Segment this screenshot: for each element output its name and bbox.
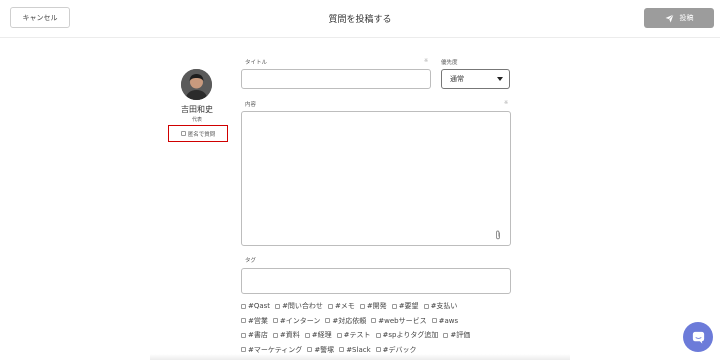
checkbox-icon[interactable] [431,318,437,324]
tag-checkbox[interactable]: #テスト [336,330,371,340]
chat-bubble-icon [692,331,704,344]
tag-label: #営業 [248,316,268,325]
tag-label: タグ [245,258,257,264]
checkbox-icon[interactable] [336,332,342,338]
checkbox-icon[interactable] [423,303,429,309]
tag-label: #spよりタグ追加 [382,331,439,340]
tag-checkbox[interactable]: #要望 [391,301,419,311]
tag-label: #Qast [248,302,271,311]
anonymous-checkbox[interactable]: 匿名で質問 [168,125,228,142]
checkbox-icon[interactable] [241,318,246,324]
tag-input[interactable] [241,268,511,294]
checkbox-icon[interactable] [359,303,365,309]
checkbox-icon[interactable] [307,347,313,353]
title-required-mark: ※ [424,58,429,64]
tag-label: #書店 [248,331,268,340]
tag-label: #Slack [346,345,371,354]
avatar [181,69,212,100]
tag-label: #webサービス [378,316,427,325]
tag-checkbox[interactable]: #書店 [241,330,268,340]
user-name: 吉田和史 [181,105,213,114]
top-bar: キャンセル 質問を投稿する 投稿 [0,0,720,38]
checkbox-icon[interactable] [375,332,381,338]
tag-label: #要望 [398,302,419,311]
tag-row: #Qast #問い合わせ #メモ #開発 #要望 #支払い [241,299,531,314]
tag-checkbox[interactable]: #対応依頼 [325,316,366,326]
tag-row: #営業 #インターン #対応依頼 #webサービス #aws [241,314,531,329]
tag-label: #経理 [311,331,332,340]
post-label: 投稿 [679,14,694,22]
title-label: タイトル [245,60,268,66]
tag-checkbox[interactable]: #評価 [443,330,470,340]
tag-row: #書店 #資料 #経理 #テスト #spよりタグ追加 #評価 [241,328,531,343]
tag-label: #インターン [279,316,321,325]
content-required-mark: ※ [504,100,509,106]
chat-button[interactable] [683,322,713,352]
checkbox-icon[interactable] [371,318,377,324]
tag-checkbox[interactable]: #開発 [359,301,387,311]
caret-down-icon [497,77,503,81]
user-role: 代表 [191,117,202,123]
priority-value: 通常 [450,75,464,83]
tag-checkbox[interactable]: #Slack [339,345,371,354]
tag-label: #テスト [343,331,371,340]
checkbox-icon[interactable] [325,318,331,324]
checkbox-icon[interactable] [180,131,186,136]
tag-label: #aws [438,316,459,325]
tag-label: #開発 [366,302,387,311]
checkbox-icon[interactable] [443,332,449,338]
tag-checkbox[interactable]: #webサービス [371,316,427,326]
title-input[interactable] [241,69,431,89]
bottom-shadow [150,354,570,360]
tag-label: #問い合わせ [282,302,323,311]
checkbox-icon[interactable] [272,332,278,338]
paperclip-icon[interactable] [494,230,502,240]
checkbox-icon[interactable] [275,303,281,309]
priority-label: 優先度 [441,60,458,66]
tag-checkbox[interactable]: #aws [431,316,459,325]
paper-plane-icon [665,13,674,22]
checkbox-icon[interactable] [241,303,246,309]
tag-checkbox[interactable]: #インターン [272,316,321,326]
checkbox-icon[interactable] [304,332,310,338]
tag-checkbox[interactable]: #資料 [272,330,300,340]
checkbox-icon[interactable] [272,318,278,324]
tag-label: #メモ [334,302,355,311]
tag-checkbox[interactable]: #経理 [304,330,332,340]
content-label: 内容 [245,102,257,108]
checkbox-icon[interactable] [241,347,246,353]
tag-label: #評価 [450,331,471,340]
tag-label: #支払い [430,302,458,311]
checkbox-icon[interactable] [241,332,246,338]
priority-select[interactable]: 通常 [441,69,510,89]
tag-list: #Qast #問い合わせ #メモ #開発 #要望 #支払い #営業 #インターン #対応依頼 #w… [241,299,531,357]
checkbox-icon[interactable] [391,303,397,309]
tag-checkbox[interactable]: #支払い [423,301,458,311]
page-title: 質問を投稿する [328,15,392,25]
checkbox-icon[interactable] [339,347,345,353]
anonymous-label: 匿名で質問 [187,131,216,138]
tag-checkbox[interactable]: #営業 [241,316,268,326]
tag-checkbox[interactable]: #問い合わせ [275,301,323,311]
checkbox-icon[interactable] [375,347,381,353]
tag-label: #対応依頼 [332,316,367,325]
tag-label: #資料 [279,331,300,340]
tag-checkbox[interactable]: #Qast [241,302,270,310]
tag-checkbox[interactable]: #メモ [327,301,355,311]
tag-checkbox[interactable]: #spよりタグ追加 [375,330,439,340]
checkbox-icon[interactable] [327,303,333,309]
post-button[interactable]: 投稿 [644,8,714,28]
content-textarea[interactable] [241,111,511,246]
